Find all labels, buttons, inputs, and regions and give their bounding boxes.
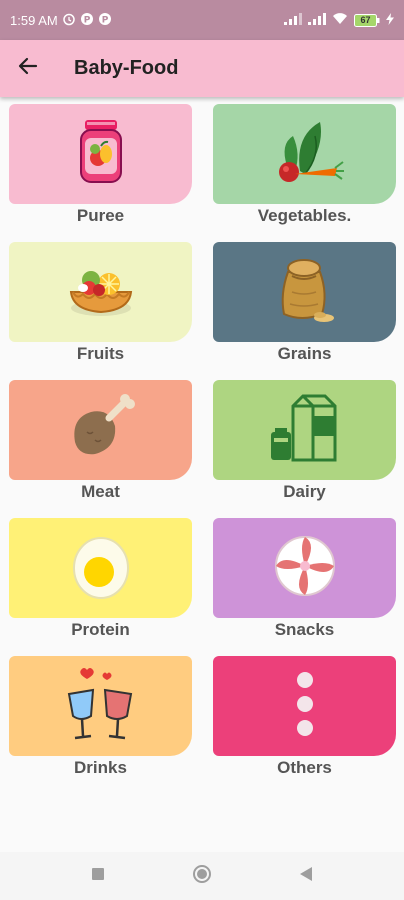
more-dots-icon — [295, 671, 315, 742]
signal-icon — [308, 12, 326, 28]
chicken-leg-icon — [65, 392, 137, 469]
category-card — [213, 518, 396, 618]
notification-p-icon: P — [98, 12, 112, 29]
home-button[interactable] — [190, 864, 214, 888]
category-vegetables[interactable]: Vegetables. — [213, 104, 396, 242]
status-bar: 1:59 AM P P 67 — [0, 0, 404, 40]
home-circle-icon — [192, 864, 212, 889]
svg-text:P: P — [83, 15, 90, 25]
category-card — [9, 104, 192, 204]
svg-text:P: P — [101, 15, 108, 25]
category-dairy[interactable]: Dairy — [213, 380, 396, 518]
category-card — [213, 656, 396, 756]
app-bar: Baby-Food — [0, 40, 404, 97]
back-nav-button[interactable] — [294, 864, 318, 888]
category-label: Grains — [277, 344, 332, 363]
alarm-icon — [62, 12, 76, 29]
charging-icon — [386, 12, 394, 28]
category-grid: Puree Vegetables. Fruits Grains Meat Dai… — [9, 104, 397, 794]
battery-level: 67 — [360, 14, 371, 25]
category-grains[interactable]: Grains — [213, 242, 396, 380]
category-card — [213, 104, 396, 204]
recents-button[interactable] — [86, 864, 110, 888]
page-title: Baby-Food — [74, 57, 179, 79]
category-others[interactable]: Others — [213, 656, 396, 794]
category-puree[interactable]: Puree — [9, 104, 192, 242]
category-label: Fruits — [76, 344, 125, 363]
category-label: Others — [277, 758, 332, 777]
signal-icon — [284, 12, 302, 28]
recents-square-icon — [91, 867, 105, 886]
back-triangle-icon — [299, 866, 313, 887]
category-card — [9, 242, 192, 342]
category-label: Puree — [76, 206, 125, 225]
vegetables-icon — [265, 116, 345, 193]
status-time: 1:59 AM — [10, 12, 58, 28]
status-left: 1:59 AM P P — [10, 12, 112, 29]
status-right: 67 — [284, 12, 394, 28]
notification-p-icon: P — [80, 12, 94, 29]
baby-food-jar-icon — [71, 116, 131, 193]
fruit-tart-icon — [63, 258, 139, 327]
category-label: Protein — [71, 620, 130, 639]
milk-carton-icon — [269, 392, 341, 469]
battery-icon: 67 — [354, 13, 380, 27]
category-meat[interactable]: Meat — [9, 380, 192, 518]
peppermint-candy-icon — [273, 534, 337, 603]
system-nav-bar — [0, 852, 404, 900]
arrow-left-icon — [17, 55, 39, 82]
category-label: Vegetables. — [257, 206, 352, 225]
category-protein[interactable]: Protein — [9, 518, 192, 656]
back-button[interactable] — [0, 40, 56, 97]
grain-sack-icon — [272, 254, 338, 331]
category-card — [9, 518, 192, 618]
category-label: Meat — [81, 482, 120, 501]
category-card — [213, 380, 396, 480]
category-snacks[interactable]: Snacks — [213, 518, 396, 656]
boiled-egg-icon — [71, 532, 131, 605]
category-drinks[interactable]: Drinks — [9, 656, 192, 794]
category-card — [9, 380, 192, 480]
category-fruits[interactable]: Fruits — [9, 242, 192, 380]
category-card — [213, 242, 396, 342]
category-label: Drinks — [74, 758, 127, 777]
toasting-glasses-icon — [61, 664, 141, 749]
category-label: Snacks — [274, 620, 335, 639]
category-label: Dairy — [283, 482, 326, 501]
wifi-icon — [332, 12, 348, 28]
category-card — [9, 656, 192, 756]
